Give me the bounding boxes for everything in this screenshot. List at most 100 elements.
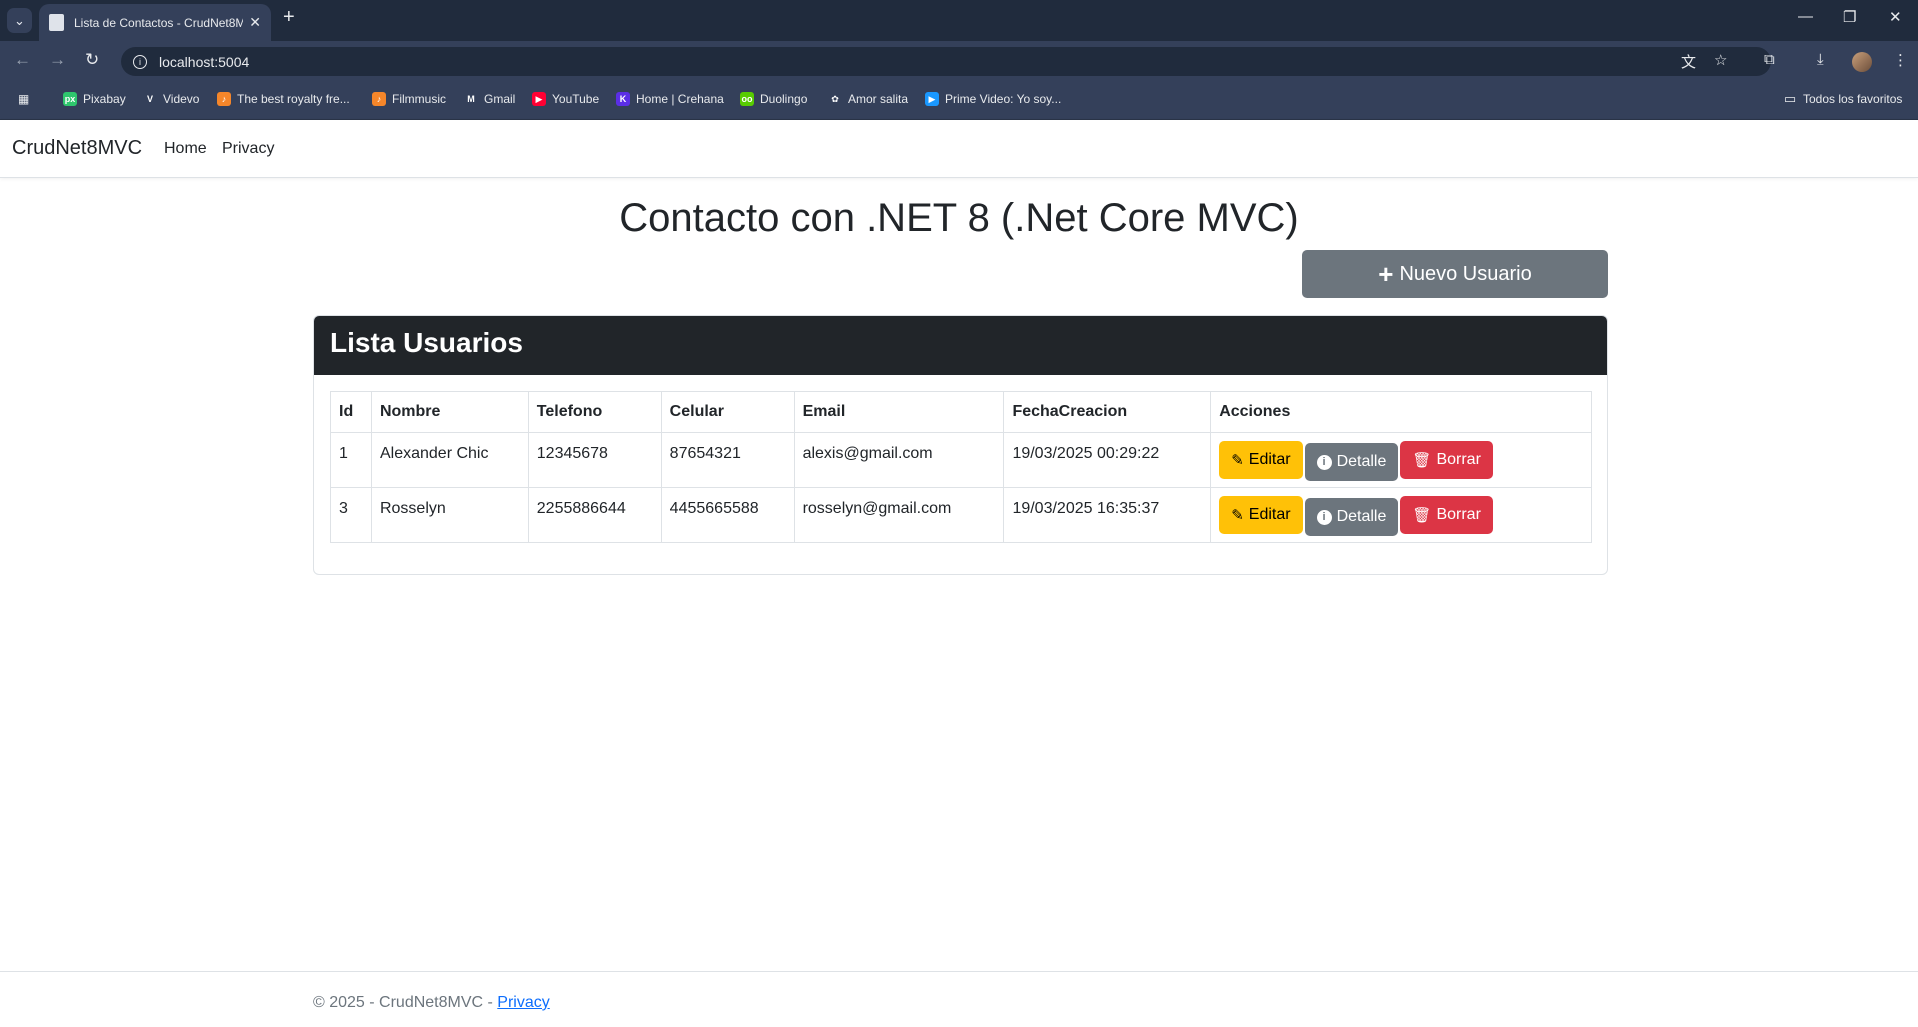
new-tab-button[interactable]: + (283, 6, 295, 29)
table-cell: Alexander Chic (370, 432, 529, 488)
card-title: Lista Usuarios (314, 316, 1607, 375)
column-header: Nombre (370, 391, 529, 433)
footer: © 2025 - CrudNet8MVC - Privacy (0, 971, 1918, 1027)
info-icon: i (1316, 454, 1332, 470)
delete-button-label: Borrar (1436, 506, 1481, 523)
navbar-brand[interactable]: CrudNet8MVC (12, 137, 142, 160)
pixabay-icon: px (63, 92, 77, 106)
table-cell: 2255886644 (527, 487, 662, 543)
table-cell: rosselyn@gmail.com (793, 487, 1005, 543)
column-header: Celular (660, 391, 795, 433)
bookmark-videvo[interactable]: V Videvo (143, 92, 199, 106)
bookmark-crehana[interactable]: K Home | Crehana (616, 92, 724, 106)
apps-icon[interactable]: ▦ (18, 92, 29, 106)
nav-link-home[interactable]: Home (164, 140, 207, 158)
videvo-icon: V (143, 92, 157, 106)
users-table: Id Nombre Telefono Celular Email FechaCreacio… (330, 391, 1592, 543)
download-icon[interactable]: ⤓ (1817, 51, 1824, 68)
menu-icon[interactable]: ⋮ (1893, 51, 1908, 69)
restore-icon[interactable]: ❐ (1843, 8, 1856, 26)
bookmark-label: Videvo (163, 92, 200, 106)
bookmark-filmmusic[interactable]: ♪ Filmmusic (372, 92, 446, 106)
table-row: 1 Alexander Chic 12345678 87654321 alexis@gm… (330, 432, 1592, 488)
table-cell: 19/03/2025 00:29:22 (1003, 432, 1212, 488)
delete-button[interactable]: 🗑 Borrar (1400, 496, 1493, 534)
bookmark-star-icon[interactable]: ☆ (1714, 51, 1727, 69)
reload-icon[interactable]: ↻ (85, 50, 99, 70)
gmail-icon: M (464, 92, 478, 106)
bookmark-photos[interactable]: ✿ Amor salita (828, 92, 908, 106)
tab-title: Lista de Contactos - CrudNet8MVC (74, 15, 244, 30)
bookmark-duolingo[interactable]: oo Duolingo (740, 92, 807, 106)
minimize-icon[interactable]: — (1798, 8, 1813, 25)
table-cell: 4455665588 (660, 487, 795, 543)
new-user-label: Nuevo Usuario (1399, 262, 1532, 285)
nav-link-privacy[interactable]: Privacy (222, 140, 274, 158)
bookmark-label: The best royalty fre... (237, 92, 350, 106)
bookmark-label: Pixabay (83, 92, 126, 106)
all-bookmarks-folder[interactable]: ▭ Todos los favoritos (1783, 91, 1903, 106)
delete-button-label: Borrar (1436, 451, 1481, 468)
bookmark-label: Filmmusic (392, 92, 446, 106)
bookmark-label: Gmail (484, 92, 516, 106)
folder-icon: ▭ (1783, 91, 1797, 106)
music-icon: ♪ (217, 92, 231, 106)
translate-icon[interactable]: ⽂ (1681, 51, 1696, 72)
footer-privacy-link[interactable]: Privacy (497, 994, 549, 1011)
photos-icon: ✿ (828, 92, 842, 106)
bookmark-label: Duolingo (760, 92, 808, 106)
edit-button[interactable]: ✎ Editar (1219, 496, 1303, 534)
page-icon (49, 14, 64, 31)
active-tab[interactable]: Lista de Contactos - CrudNet8MVC ✕ (39, 4, 271, 41)
youtube-icon: ▶ (532, 92, 546, 106)
profile-avatar[interactable] (1852, 52, 1872, 72)
crehana-icon: K (616, 92, 630, 106)
extensions-icon[interactable]: ⧉ (1764, 51, 1775, 68)
back-icon[interactable]: ← (14, 50, 31, 70)
pencil-icon: ✎ (1231, 507, 1244, 524)
actions-cell: ✎ Editar i Detalle 🗑 Borrar (1210, 487, 1592, 543)
footer-text: © 2025 - CrudNet8MVC - Privacy (313, 994, 550, 1012)
close-tab-icon[interactable]: ✕ (249, 14, 261, 31)
bookmark-gmail[interactable]: M Gmail (464, 92, 515, 106)
new-user-button[interactable]: + Nuevo Usuario (1302, 250, 1608, 298)
edit-button-label: Editar (1248, 451, 1291, 468)
duolingo-icon: oo (740, 92, 754, 106)
delete-button[interactable]: 🗑 Borrar (1400, 441, 1493, 479)
trash-icon: 🗑 (1412, 452, 1432, 469)
bookmark-primevideo[interactable]: ▶ Prime Video: Yo soy... (925, 92, 1061, 106)
filmmusic-icon: ♪ (372, 92, 386, 106)
detail-button-label: Detalle (1336, 453, 1387, 470)
close-window-icon[interactable]: ✕ (1889, 8, 1902, 26)
primevideo-icon: ▶ (925, 92, 939, 106)
site-info-icon[interactable]: i (133, 54, 147, 69)
pencil-icon: ✎ (1231, 452, 1244, 469)
table-cell: 1 (330, 432, 372, 488)
detail-button[interactable]: i Detalle (1304, 443, 1399, 481)
browser-toolbar: ← → ↻ i localhost:5004 ⽂ ☆ ⧉ ⤓ ⋮ (0, 41, 1918, 80)
table-cell: Rosselyn (370, 487, 529, 543)
table-row: 3 Rosselyn 2255886644 4455665588 rosselyn@gm… (330, 487, 1592, 543)
detail-button-label: Detalle (1336, 508, 1387, 525)
bookmark-label: YouTube (552, 92, 600, 106)
edit-button-label: Editar (1248, 506, 1291, 523)
edit-button[interactable]: ✎ Editar (1219, 441, 1303, 479)
table-cell: 87654321 (660, 432, 795, 488)
forward-icon[interactable]: → (49, 50, 66, 70)
tab-strip: ⌄ Lista de Contactos - CrudNet8MVC ✕ + —… (0, 0, 1918, 41)
detail-button[interactable]: i Detalle (1304, 498, 1399, 536)
all-bookmarks-label: Todos los favoritos (1803, 92, 1903, 106)
plus-icon: + (1378, 258, 1394, 289)
table-cell: 12345678 (527, 432, 662, 488)
users-card: Lista Usuarios Id Nombre Telefono Celular Em… (313, 315, 1608, 575)
bookmark-label: Prime Video: Yo soy... (945, 92, 1062, 106)
table-cell: 19/03/2025 16:35:37 (1003, 487, 1212, 543)
address-bar[interactable]: i localhost:5004 (121, 47, 1771, 76)
bookmark-music[interactable]: ♪ The best royalty fre... (217, 92, 350, 106)
url-text: localhost:5004 (159, 53, 250, 70)
tab-search-button[interactable]: ⌄ (7, 8, 32, 33)
bookmark-pixabay[interactable]: px Pixabay (63, 92, 126, 106)
bookmark-label: Home | Crehana (636, 92, 724, 106)
table-cell: alexis@gmail.com (793, 432, 1005, 488)
bookmark-youtube[interactable]: ▶ YouTube (532, 92, 599, 106)
